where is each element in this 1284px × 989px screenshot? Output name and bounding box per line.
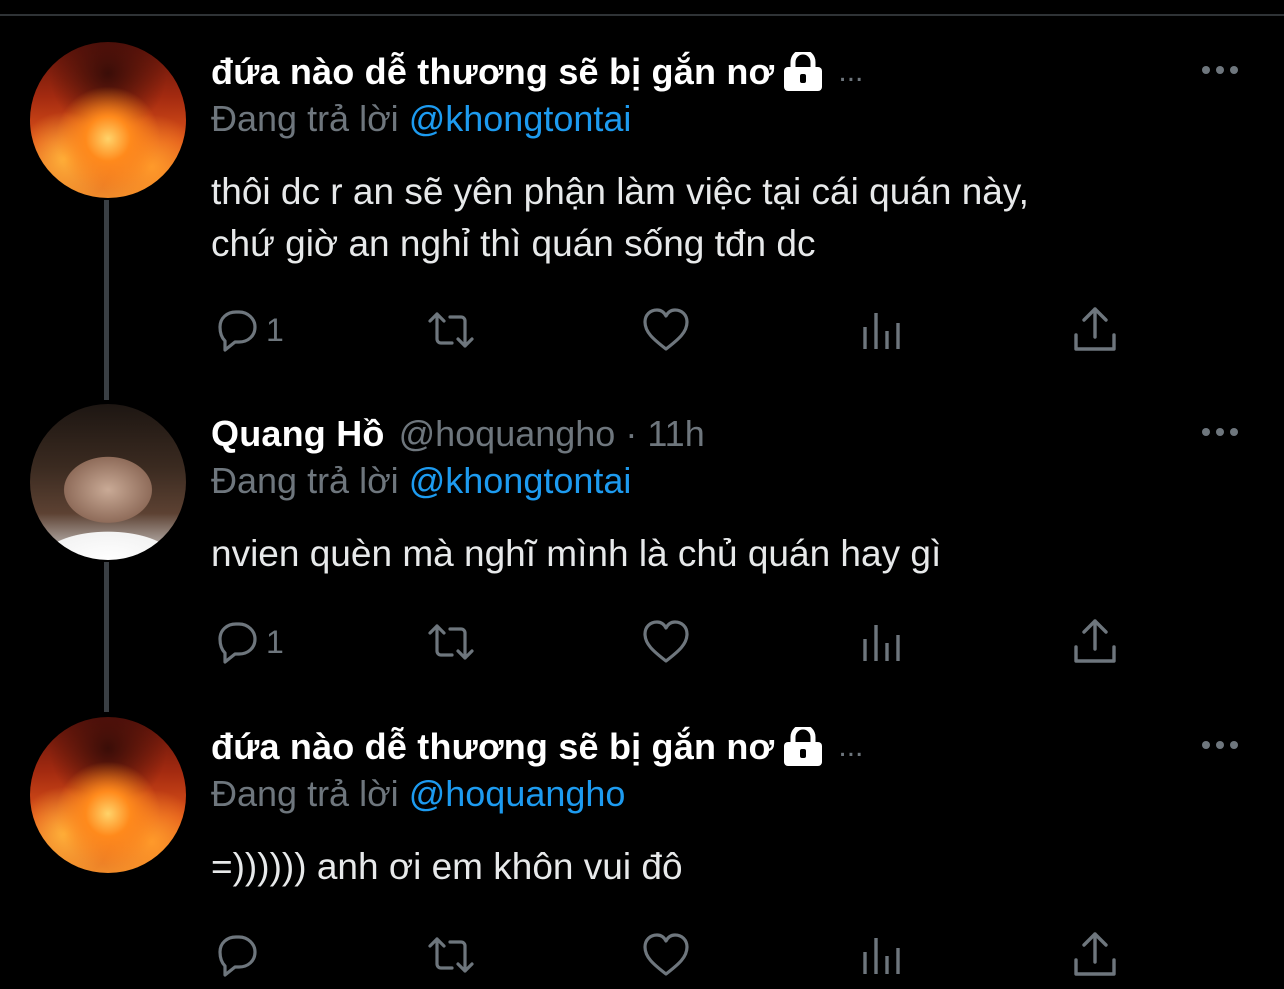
share-button[interactable]	[1070, 302, 1120, 358]
share-icon	[1074, 307, 1116, 351]
tweet[interactable]: đứa nào dễ thương sẽ bị gắn nơ ... Đang …	[0, 675, 1284, 987]
tweet-header: đứa nào dễ thương sẽ bị gắn nơ ...	[211, 723, 863, 771]
display-name[interactable]: Quang Hồ	[211, 413, 385, 455]
like-button[interactable]	[641, 927, 691, 983]
more-icon[interactable]	[1196, 420, 1244, 444]
share-icon	[1074, 619, 1116, 663]
like-button[interactable]	[641, 614, 691, 670]
heart-icon	[643, 933, 689, 976]
tweet[interactable]: đứa nào dễ thương sẽ bị gắn nơ ... Đang …	[0, 0, 1284, 352]
tweet-text-line: =)))))) anh ơi em khôn vui đô	[211, 846, 683, 887]
avatar[interactable]	[30, 404, 186, 560]
tweet-actions: 1	[0, 302, 1284, 358]
reply-button[interactable]: 1	[212, 302, 284, 358]
tweet-actions	[0, 927, 1284, 983]
share-icon	[1074, 932, 1116, 976]
reply-button[interactable]	[212, 927, 266, 983]
replying-to-label: Đang trả lời	[211, 460, 399, 501]
replying-to-handle[interactable]: @khongtontai	[409, 98, 632, 139]
replying-to: Đang trả lời @khongtontai	[211, 98, 631, 140]
retweet-button[interactable]	[426, 302, 476, 358]
views-icon	[863, 625, 900, 661]
replying-to: Đang trả lời @hoquangho	[211, 773, 625, 815]
lock-icon	[784, 727, 823, 766]
retweet-icon	[428, 937, 474, 973]
tweet-text-line: chứ giờ an nghỉ thì quán sống tđn dc	[211, 223, 816, 264]
reply-icon	[218, 310, 257, 352]
replying-to-label: Đang trả lời	[211, 98, 399, 139]
avatar[interactable]	[30, 717, 186, 873]
reply-count: 1	[266, 623, 284, 660]
reply-icon	[218, 935, 257, 977]
like-button[interactable]	[641, 302, 691, 358]
avatar[interactable]	[30, 42, 186, 198]
replying-to-label: Đang trả lời	[211, 773, 399, 814]
tweet-text-line: nvien quèn mà nghĩ mình là chủ quán hay …	[211, 533, 942, 574]
tweet-header: Quang Hồ @hoquangho · 11h	[211, 410, 705, 458]
views-button[interactable]	[857, 302, 907, 358]
retweet-button[interactable]	[426, 614, 476, 670]
truncation-ellipsis: ...	[838, 55, 864, 88]
reply-icon	[218, 622, 257, 664]
retweet-icon	[428, 312, 474, 348]
replying-to-handle[interactable]: @hoquangho	[409, 773, 626, 814]
views-icon	[863, 313, 900, 349]
lock-icon	[784, 52, 823, 91]
display-name[interactable]: đứa nào dễ thương sẽ bị gắn nơ	[211, 51, 774, 93]
heart-icon	[643, 308, 689, 351]
handle-and-time[interactable]: @hoquangho · 11h	[399, 413, 705, 455]
reply-count: 1	[266, 311, 284, 348]
reply-button[interactable]: 1	[212, 614, 284, 670]
tweet-text: nvien quèn mà nghĩ mình là chủ quán hay …	[211, 528, 1211, 580]
replying-to-handle[interactable]: @khongtontai	[409, 460, 632, 501]
heart-icon	[643, 620, 689, 663]
retweet-button[interactable]	[426, 927, 476, 983]
tweet-actions: 1	[0, 614, 1284, 670]
tweet-header: đứa nào dễ thương sẽ bị gắn nơ ...	[211, 48, 863, 96]
retweet-icon	[428, 624, 474, 660]
share-button[interactable]	[1070, 927, 1120, 983]
share-button[interactable]	[1070, 614, 1120, 670]
tweet-text-line: thôi dc r an sẽ yên phận làm việc tại cá…	[211, 171, 1029, 212]
views-button[interactable]	[857, 927, 907, 983]
replying-to: Đang trả lời @khongtontai	[211, 460, 631, 502]
tweet-text: =)))))) anh ơi em khôn vui đô	[211, 841, 1211, 893]
tweet-text: thôi dc r an sẽ yên phận làm việc tại cá…	[211, 166, 1211, 270]
tweet[interactable]: Quang Hồ @hoquangho · 11h Đang trả lời @…	[0, 362, 1284, 674]
truncation-ellipsis: ...	[838, 730, 864, 763]
display-name[interactable]: đứa nào dễ thương sẽ bị gắn nơ	[211, 726, 774, 768]
more-icon[interactable]	[1196, 58, 1244, 82]
timeline: đứa nào dễ thương sẽ bị gắn nơ ... Đang …	[0, 0, 1284, 989]
more-icon[interactable]	[1196, 733, 1244, 757]
views-button[interactable]	[857, 614, 907, 670]
views-icon	[863, 938, 900, 974]
